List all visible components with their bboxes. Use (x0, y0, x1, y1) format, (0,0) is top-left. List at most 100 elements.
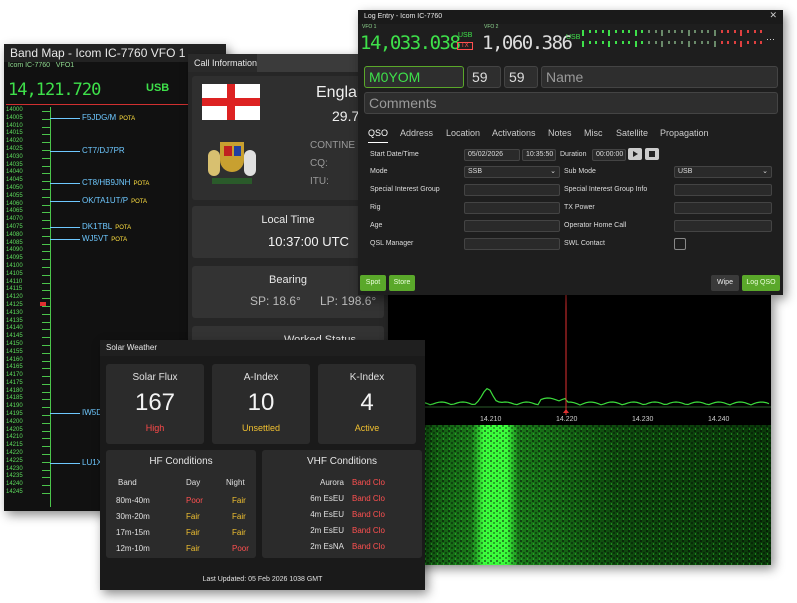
qsl-manager-label: QSL Manager (370, 240, 414, 247)
swl-contact-checkbox[interactable] (674, 238, 686, 250)
spot-item[interactable]: WJ5VT POTA (82, 234, 127, 243)
spot-item[interactable]: CT8/HB9JNH POTA (82, 178, 149, 187)
meter-segment (720, 30, 723, 33)
meter-segment (628, 41, 631, 44)
band-map-tick: 14075 (6, 224, 56, 232)
play-button[interactable] (628, 148, 642, 160)
spot-item[interactable]: OK/TA1UT/P POTA (82, 196, 147, 205)
age-input[interactable] (464, 220, 560, 232)
spectrum-waterfall[interactable]: 14.20014.21014.22014.23014.240 (388, 295, 771, 565)
stop-icon (649, 151, 655, 157)
tab-qso[interactable]: QSO (368, 128, 388, 138)
close-icon[interactable]: ✕ (769, 10, 777, 21)
tab-misc[interactable]: Misc (584, 128, 603, 138)
chevron-down-icon: ⌄ (550, 168, 556, 175)
vhf-name: Aurora (319, 478, 344, 487)
band-map-mode: USB (146, 82, 170, 94)
spot-leader-line (50, 118, 80, 119)
name-input[interactable]: Name (541, 66, 778, 88)
meter-segment (694, 30, 697, 33)
bearing-label: Bearing (269, 274, 307, 286)
short-path-bearing: SP: 18.6° (250, 294, 301, 308)
vhf-name: 2m EsEU (310, 526, 344, 535)
spot-item[interactable]: F5JDG/M POTA (82, 113, 135, 122)
vhf-name: 4m EsEU (310, 510, 344, 519)
wipe-button[interactable]: Wipe (711, 275, 739, 291)
spot-item[interactable]: CT7/DJ7PR (82, 146, 125, 155)
meter-segment (648, 30, 650, 33)
rig-input[interactable] (464, 202, 560, 214)
spot-item[interactable]: DK1TBL POTA (82, 222, 131, 231)
waterfall-window[interactable]: 14.20014.21014.22014.23014.240 (388, 295, 771, 565)
hf-night: Fair (232, 496, 246, 505)
meter-segment (700, 30, 703, 33)
mode-select[interactable]: SSB ⌄ (464, 166, 560, 178)
tab-address[interactable]: Address (400, 128, 433, 138)
tx-badge: TX (457, 42, 473, 50)
stop-button[interactable] (645, 148, 659, 160)
store-button[interactable]: Store (389, 275, 415, 291)
meter-segment (753, 30, 756, 33)
rst-received-input[interactable]: 59 (504, 66, 538, 88)
solar-weather-title: Solar Weather (100, 340, 425, 356)
comments-input[interactable]: Comments (364, 92, 778, 114)
spot-button[interactable]: Spot (360, 275, 386, 291)
band-map-tick: 14110 (6, 279, 56, 287)
frequency-scale-label: 14.230 (632, 416, 654, 423)
home-call-input[interactable] (674, 220, 772, 232)
start-date-input[interactable]: 05/02/2026 (464, 149, 520, 161)
vhf-name: 6m EsEU (310, 494, 344, 503)
meter-segment (747, 41, 749, 44)
meter-segment (595, 41, 598, 44)
solar-card-status: Active (354, 423, 380, 433)
solar-card-label: K-Index (349, 372, 385, 383)
log-qso-button[interactable]: Log QSO (742, 275, 780, 291)
sig-input[interactable] (464, 184, 560, 196)
hf-header-day: Day (186, 478, 201, 487)
submode-select[interactable]: USB ⌄ (674, 166, 772, 178)
hf-night: Poor (232, 544, 249, 553)
meter-segment (595, 30, 598, 33)
rst-sent-input[interactable]: 59 (467, 66, 501, 88)
band-map-tick: 14080 (6, 232, 56, 240)
callsign-input[interactable]: M0YOM (364, 66, 464, 88)
meter-segment (588, 41, 591, 44)
band-map-tick: 14065 (6, 208, 56, 216)
tx-power-label: TX Power (564, 204, 595, 211)
sig-info-input[interactable] (674, 184, 772, 196)
start-time-input[interactable]: 10:35:50 (522, 149, 556, 161)
vhf-conditions-title: VHF Conditions (306, 456, 378, 467)
tab-notes[interactable]: Notes (548, 128, 572, 138)
cq-label: CQ: (310, 158, 328, 169)
tx-power-input[interactable] (674, 202, 772, 214)
tab-activations[interactable]: Activations (492, 128, 536, 138)
tab-propagation[interactable]: Propagation (660, 128, 709, 138)
meter-segment (681, 30, 683, 33)
band-map-tick: 14010 (6, 123, 56, 131)
spot-tag: POTA (133, 181, 150, 187)
hf-conditions-title: HF Conditions (149, 456, 213, 467)
meter-segment (628, 30, 631, 33)
solar-card-k-index: K-Index 4 Active (318, 364, 416, 444)
coat-of-arms-icon (206, 138, 258, 190)
vfo2-frequency: 1,060.386 (482, 32, 573, 54)
spot-item[interactable]: IW5D (82, 408, 102, 417)
band-map-tick: 14045 (6, 177, 56, 185)
tab-satellite[interactable]: Satellite (616, 128, 648, 138)
band-map-ticks: 14000 14005 14010 14015 14020 14025 14030 14035… (6, 107, 56, 497)
spot-leader-line (50, 463, 80, 464)
tab-location[interactable]: Location (446, 128, 480, 138)
qsl-manager-input[interactable] (464, 238, 560, 250)
active-tab-underline (368, 142, 388, 143)
duration-input[interactable]: 00:00:00 (592, 149, 626, 161)
meter-segment (608, 41, 611, 47)
meter-segment (714, 41, 716, 47)
spot-tag: POTA (119, 116, 136, 122)
hf-band: 17m-15m (116, 528, 150, 537)
meter-segment (621, 30, 624, 33)
spot-item[interactable]: LU1X (82, 458, 102, 467)
meter-segment (700, 41, 703, 44)
more-icon[interactable]: ⋯ (766, 34, 775, 45)
band-map-tick: 14025 (6, 146, 56, 154)
meter-segment (733, 41, 736, 44)
